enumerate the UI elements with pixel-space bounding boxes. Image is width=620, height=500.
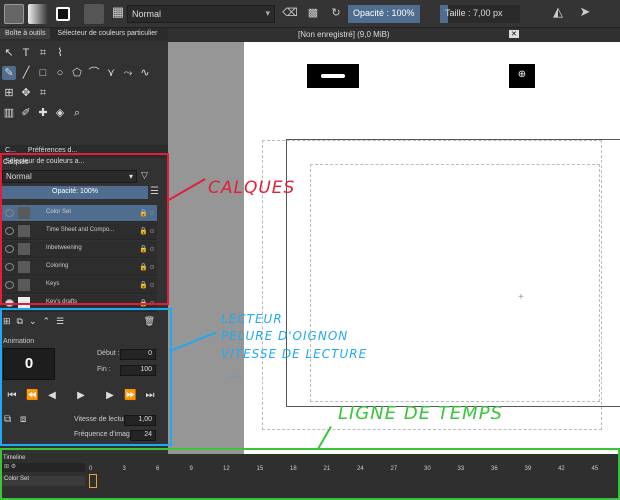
close-icon[interactable]: ✕ [509,30,519,38]
freehand-path-tool-icon[interactable]: ⤳ [121,66,135,80]
frame-border [286,139,620,407]
tab-color-selector[interactable]: Sélecteur de couleurs particulier [52,28,162,39]
annotation-calques: CALQUES [208,178,296,198]
blend-mode-select[interactable]: Normal ▾ [127,5,275,23]
minus-icon[interactable] [307,64,359,88]
gradient-tool-icon[interactable]: ▥ [2,106,16,120]
eraser-icon[interactable]: ⌫ [280,4,300,24]
rectangle-tool-icon[interactable]: □ [36,66,50,80]
arrow-icon[interactable]: ➤ [575,4,595,24]
alpha-lock-icon[interactable]: ▩ [303,4,323,24]
polyline-tool-icon[interactable]: ⌒ [87,66,101,80]
opacity-slider[interactable]: Opacité : 100% [348,5,420,23]
annotation-ligne-de-temps: LIGNE DE TEMPS [338,403,503,424]
tab-toolbox[interactable]: Boîte à outils [0,28,51,39]
docker-tabs: Boîte à outils Sélecteur de couleurs par… [0,28,168,41]
size-slider[interactable]: Taille : 7,00 px [440,5,520,23]
color-picker-tool-icon[interactable]: ✐ [19,106,33,120]
annotation-vitesse: VITESSE DE LECTURE [221,347,368,361]
crosshair-icon: + [518,292,524,303]
annotation-lecteur: LECTEUR [221,312,283,326]
bezier-tool-icon[interactable]: ⋎ [104,66,118,80]
annotation-pelure: PELURE D'OIGNON [221,329,349,343]
freehand-brush-tool-icon[interactable]: ✎ [2,66,16,80]
brush-settings-icon[interactable] [84,4,104,24]
line-tool-icon[interactable]: ╱ [19,66,33,80]
mirror-icon[interactable]: ◭ [548,4,568,24]
ellipse-tool-icon[interactable]: ○ [53,66,67,80]
size-label: Taille : 7,00 px [445,8,503,18]
document-title: [Non enregistré] (9,0 MiB) [298,30,390,39]
plus-icon[interactable]: ⊕ [509,64,535,88]
select-tool-icon[interactable]: ↖ [2,46,16,60]
toolbox: ↖ T ⌗ ⌇ ✎ ╱ □ ○ ⬠ ⌒ ⋎ ⤳ ∿ ⊞ ✥ ⌗ ▥ ✐ ✚ ◈ … [2,46,166,146]
animation-highlight-box [0,308,172,446]
canvas-paper[interactable]: ⊕ + [244,42,620,454]
edit-shape-tool-icon[interactable]: ⌗ [36,46,50,60]
canvas-area: [Non enregistré] (9,0 MiB) ✕ ⊕ + [168,28,620,454]
transform-tool-icon[interactable]: ⊞ [2,86,16,100]
color-swatch-icon[interactable] [56,7,70,21]
grid-icon[interactable]: ▦ [108,4,128,24]
gradient-icon[interactable] [28,4,48,24]
calligraphy-tool-icon[interactable]: ⌇ [53,46,67,60]
zoom-tool-icon[interactable]: ⌕ [70,106,84,120]
reload-icon[interactable]: ↻ [326,4,346,24]
text-tool-icon[interactable]: T [19,46,33,60]
timeline-highlight-box [0,448,620,500]
fill-tool-icon[interactable]: ◈ [53,106,67,120]
opacity-label: Opacité : 100% [353,8,415,18]
polygon-tool-icon[interactable]: ⬠ [70,66,84,80]
annotation-ellipsis: ... [229,366,244,380]
brush-presets-icon[interactable] [4,4,24,24]
layers-highlight-box [0,153,169,305]
move-tool-icon[interactable]: ✥ [19,86,33,100]
dynamic-brush-tool-icon[interactable]: ∿ [138,66,152,80]
top-toolbar: ▦ Normal ▾ ⌫ ▩ ↻ Opacité : 100% Taille :… [0,0,620,28]
chevron-down-icon: ▾ [265,8,270,18]
crop-tool-icon[interactable]: ⌗ [36,86,50,100]
blend-mode-value: Normal [132,9,162,19]
document-tabbar: [Non enregistré] (9,0 MiB) ✕ [168,28,620,42]
smart-patch-tool-icon[interactable]: ✚ [36,106,50,120]
